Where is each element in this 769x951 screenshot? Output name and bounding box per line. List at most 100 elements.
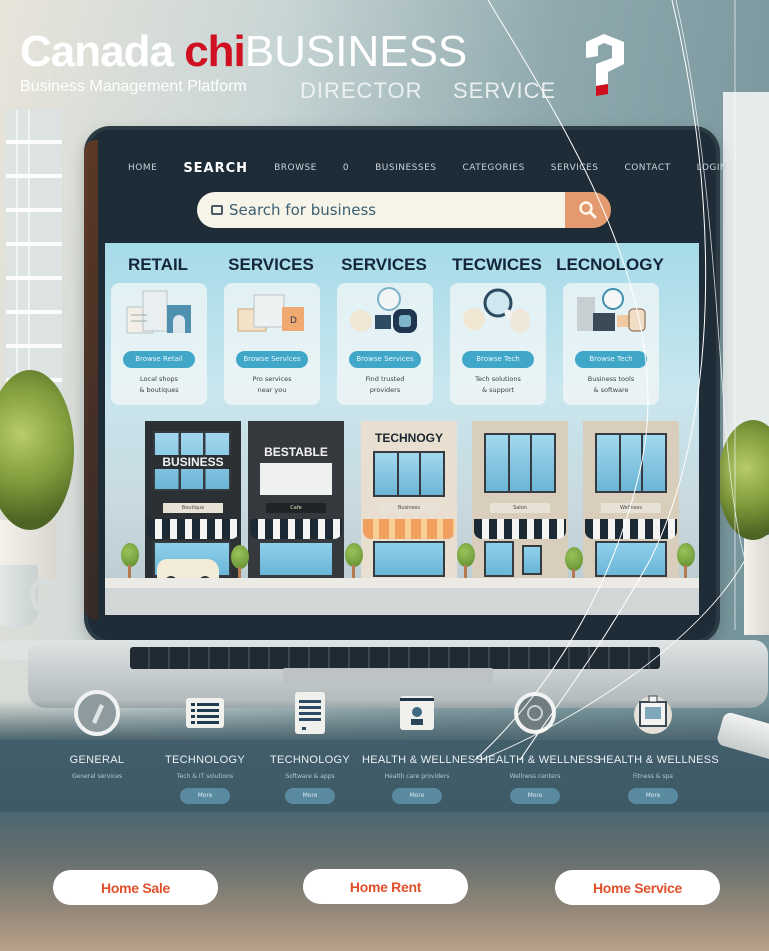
feature-health-wellness[interactable]: HEALTH & WELLNESS Health care providers … [362, 690, 483, 804]
nav-item-contact[interactable]: Contact [624, 163, 670, 173]
feature-health-wellness-3[interactable]: HEALTH & WELLNESS Fitness & spa More [598, 690, 719, 804]
category-card-retail[interactable]: Browse Retail Local shops & boutiques [111, 283, 207, 405]
search-icon [579, 201, 597, 219]
category-card-button[interactable]: Browse Services [236, 351, 308, 368]
category-card-button[interactable]: Browse Tech [575, 351, 647, 368]
store-sign: TECHNOGY [374, 431, 443, 445]
category-card-technology[interactable]: Browse Tech Business tools & software [563, 283, 659, 405]
storefront: BUSINESS Boutique [145, 421, 241, 579]
category-card-text: Pro services near you [252, 375, 292, 394]
store-sign: BUSINESS [145, 455, 241, 469]
category-card-button[interactable]: Browse Retail [123, 351, 195, 368]
home-rent-button[interactable]: Home Rent [303, 869, 468, 904]
storefront: Wellness [583, 421, 679, 579]
category-card-text: Local shops & boutiques [139, 375, 179, 394]
store-plaque: Salon [490, 503, 550, 513]
category-title: SERVICES [341, 255, 427, 274]
street-tree [345, 543, 363, 581]
brand-word-canada: Canada [20, 27, 174, 76]
list-icon [182, 690, 228, 736]
store-plaque: Boutique [163, 503, 223, 513]
feature-health-wellness-2[interactable]: HEALTH & WELLNESS Wellness centers More [480, 690, 602, 804]
street-tree [677, 543, 695, 581]
category-card-button[interactable]: Browse Services [349, 351, 421, 368]
nav-item-count[interactable]: 0 [343, 163, 349, 173]
nav-item-home[interactable]: Home [128, 163, 157, 173]
search-button[interactable] [565, 192, 611, 228]
feature-desc: Software & apps [285, 773, 335, 780]
storefront: TECHNOGY Business [361, 421, 457, 579]
nav-item-categories[interactable]: Categories [462, 163, 524, 173]
brand-tag-service: SERVICE [453, 78, 557, 103]
feature-title: GENERAL [69, 754, 125, 766]
nav-item-search[interactable]: SEARCH [183, 161, 248, 176]
feature-desc: Health care providers [384, 773, 450, 780]
website-display: RETAIL SERVICES SERVICES TECWICES LECNOL… [105, 243, 699, 615]
storefront: BESTABLE Cafe [248, 421, 344, 579]
feature-desc: General services [71, 773, 123, 780]
store-sign: BESTABLE [264, 445, 328, 459]
feature-general[interactable]: GENERAL General services [42, 690, 152, 780]
store-awning [363, 519, 455, 539]
clipboard-icon [630, 690, 676, 736]
laptop-screen: Home SEARCH Browse 0 Businesses Categori… [84, 130, 727, 640]
brand-title: Canada chiBUSINESS [20, 30, 467, 74]
store-awning [474, 519, 566, 539]
coffee-cup-handle [30, 578, 54, 612]
document-icon [287, 690, 333, 736]
question-mark-logo-icon [584, 34, 626, 98]
nav-item-services[interactable]: Services [551, 163, 599, 173]
person-icon [394, 690, 440, 736]
nav-item-businesses[interactable]: Businesses [375, 163, 436, 173]
plant-left [0, 370, 74, 530]
store-awning [250, 519, 342, 539]
brand-tag-director: DIRECTOR [300, 78, 423, 103]
store-plaque: Cafe [266, 503, 326, 513]
street-tree [121, 543, 139, 581]
feature-button[interactable]: More [285, 788, 335, 804]
category-card-text: Business tools & software [587, 375, 635, 394]
store-window [258, 541, 334, 577]
home-sale-button[interactable]: Home Sale [53, 870, 218, 905]
brand-word-chi: chi [184, 27, 246, 76]
store-window [484, 433, 556, 493]
feature-desc: Wellness centers [509, 773, 561, 780]
store-door [484, 541, 514, 577]
feature-button[interactable]: More [510, 788, 560, 804]
store-window [258, 461, 334, 497]
retail-icon [126, 290, 191, 334]
feature-technology[interactable]: TECHNOLOGY Tech & IT solutions More [150, 690, 260, 804]
services-tools-icon [350, 287, 417, 333]
circle-icon [512, 690, 558, 736]
feature-title: HEALTH & WELLNESS [480, 754, 602, 766]
category-title: LECNOLOGY [556, 255, 664, 274]
store-plaque: Business [379, 503, 439, 513]
store-awning [147, 519, 239, 539]
search-input[interactable] [229, 201, 559, 219]
nav-item-login[interactable]: Login [697, 163, 728, 173]
feature-button[interactable]: More [180, 788, 230, 804]
laptop-trackpad [283, 668, 493, 684]
category-card-text: Find trusted providers [365, 375, 405, 394]
feature-button[interactable]: More [628, 788, 678, 804]
brand-subtitle: Business Management Platform [20, 78, 247, 95]
home-service-button[interactable]: Home Service [555, 870, 720, 905]
magnifier-icon [463, 288, 530, 333]
nav-item-browse[interactable]: Browse [274, 163, 317, 173]
feature-desc: Fitness & spa [633, 773, 673, 780]
technology-icon [577, 288, 646, 332]
plant-pot-right [744, 535, 769, 635]
feature-desc: Tech & IT solutions [176, 773, 234, 780]
category-card-services-2[interactable]: Browse Services Find trusted providers [337, 283, 433, 405]
store-plaque: Wellness [601, 503, 661, 513]
brand-word-business: BUSINESS [244, 27, 468, 76]
background-building-left [6, 110, 62, 390]
category-card-services[interactable]: D Browse Services Pro services near you [224, 283, 320, 405]
feature-technology-2[interactable]: TECHNOLOGY Software & apps More [255, 690, 365, 804]
feature-title: TECHNOLOGY [269, 754, 350, 766]
feature-title: TECHNOLOGY [164, 754, 245, 766]
category-card-tech-services[interactable]: Browse Tech Tech solutions & support [450, 283, 546, 405]
category-card-button[interactable]: Browse Tech [462, 351, 534, 368]
category-title: SERVICES [228, 255, 314, 274]
feature-button[interactable]: More [392, 788, 442, 804]
